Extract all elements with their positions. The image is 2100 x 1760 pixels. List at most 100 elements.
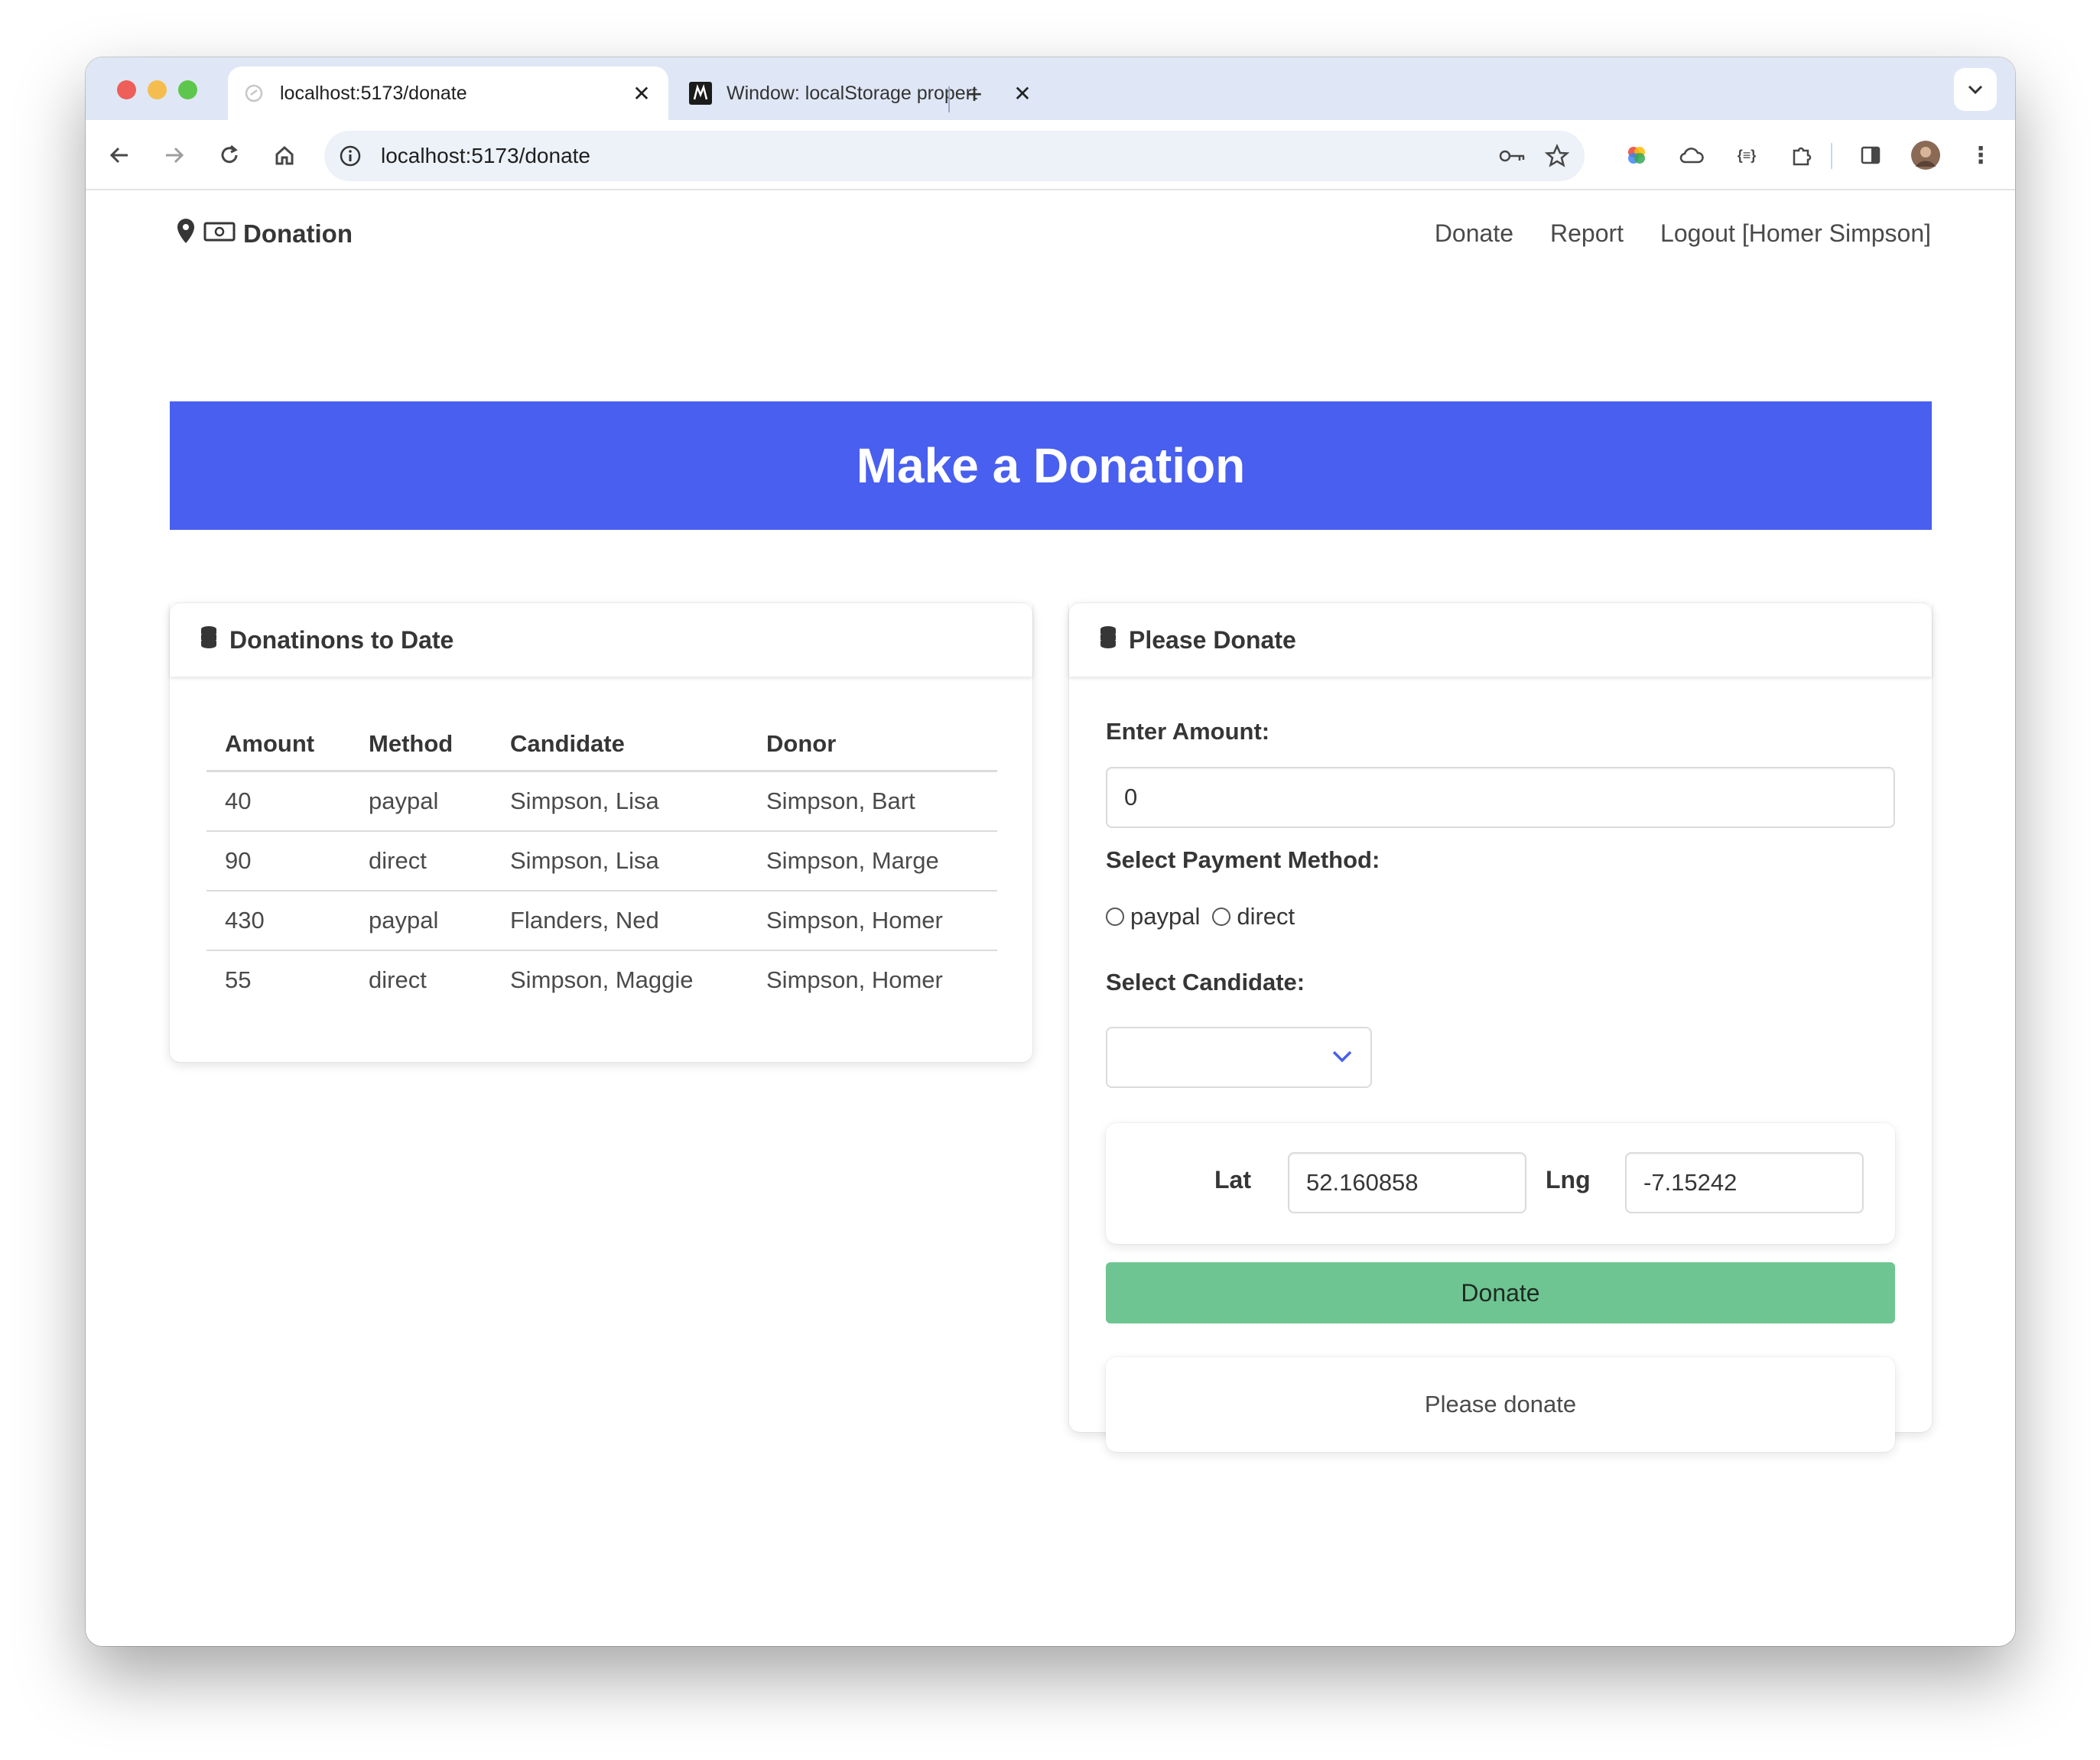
table-cell: 90 (206, 831, 350, 891)
candidate-select[interactable] (1106, 1027, 1372, 1088)
coins-icon (1098, 625, 1121, 655)
nav-link-donate[interactable]: Donate (1435, 219, 1513, 248)
payment-method-direct[interactable]: direct (1212, 903, 1295, 930)
mdn-favicon-icon (688, 81, 713, 106)
lat-input-value: 52.160858 (1306, 1169, 1419, 1196)
page-title: Make a Donation (856, 438, 1246, 493)
minimize-window-button[interactable] (148, 80, 167, 99)
table-cell: Simpson, Lisa (492, 771, 748, 832)
radio-button[interactable] (1212, 908, 1231, 926)
close-tab-icon[interactable]: ✕ (629, 80, 655, 106)
donations-card-title: Donatinons to Date (229, 625, 454, 654)
status-message: Please donate (1424, 1391, 1577, 1417)
candidate-label: Select Candidate: (1106, 969, 1305, 995)
table-cell: 55 (225, 966, 252, 993)
table-cell: direct (369, 966, 427, 993)
radio-label: paypal (1130, 903, 1201, 930)
table-row: 430 paypal Flanders, Ned Simpson, Homer (206, 891, 997, 951)
table-cell: Simpson, Bart (748, 771, 997, 832)
column-header: Candidate (492, 723, 748, 772)
table-cell: direct (350, 831, 492, 891)
table-row: 40 paypal Simpson, Lisa Simpson, Bart (206, 771, 997, 832)
payment-method-paypal[interactable]: paypal (1106, 903, 1200, 930)
table-cell: 430 (206, 891, 350, 951)
browser-menu-icon[interactable]: ⋮ (1964, 138, 1998, 172)
donate-form-card-header: Please Donate (1069, 603, 1932, 677)
payment-method-label: Select Payment Method: (1106, 846, 1380, 873)
site-info-icon[interactable] (336, 142, 364, 170)
hero-banner: Make a Donation (170, 401, 1932, 530)
table-cell: paypal (350, 891, 492, 951)
table-cell: Simpson, Lisa (492, 831, 748, 891)
radio-label: direct (1237, 903, 1295, 930)
color-extension-icon[interactable] (1620, 138, 1653, 172)
table-row: 90 direct Simpson, Lisa Simpson, Marge (206, 831, 997, 891)
nav-link-report[interactable]: Report (1550, 219, 1624, 248)
side-panel-icon[interactable] (1854, 138, 1887, 172)
column-header: Donor (748, 723, 997, 772)
table-header-row: Amount Method Candidate Donor (206, 723, 997, 772)
tab-separator (948, 86, 950, 112)
radio-button[interactable] (1106, 908, 1124, 926)
page-favicon-icon (242, 81, 266, 106)
profile-avatar-icon[interactable] (1909, 138, 1942, 172)
table-cell: Simpson, Homer (766, 966, 943, 993)
password-key-icon[interactable] (1496, 139, 1529, 173)
donate-button[interactable]: Donate (1106, 1262, 1895, 1323)
browser-window: localhost:5173/donate ✕ Window: localSto… (86, 57, 2015, 1646)
donate-form-title: Please Donate (1129, 625, 1296, 654)
nav-link-logout[interactable]: Logout [Homer Simpson] (1660, 219, 1931, 248)
lat-input[interactable]: 52.160858 (1288, 1152, 1526, 1213)
column-header: Amount (206, 723, 350, 772)
payment-method-radio-group: paypal direct (1106, 903, 1307, 930)
forward-icon[interactable] (158, 138, 191, 172)
column-header: Method (350, 723, 492, 772)
tab-localstorage[interactable]: Window: localStorage propert ✕ (675, 67, 1049, 120)
close-tab-icon[interactable]: ✕ (1009, 80, 1035, 106)
address-bar[interactable]: localhost:5173/donate (324, 131, 1585, 181)
new-tab-icon[interactable]: + (959, 78, 990, 109)
reload-icon[interactable] (213, 138, 246, 172)
nav-links: Donate Report Logout [Homer Simpson] (1435, 219, 1931, 248)
lng-input[interactable]: -7.15242 (1625, 1152, 1864, 1213)
brand-title: Donation (243, 219, 353, 248)
donations-card: Donatinons to Date Amount Method Candida… (170, 603, 1032, 1062)
coins-icon (199, 625, 222, 655)
table-cell: Simpson, Homer (748, 891, 997, 951)
maximize-window-button[interactable] (178, 80, 197, 99)
amount-label: Enter Amount: (1106, 718, 1270, 745)
lng-input-value: -7.15242 (1643, 1169, 1738, 1196)
home-icon[interactable] (268, 138, 301, 172)
location-box: Lat 52.160858 Lng -7.15242 (1106, 1123, 1895, 1244)
tab-title: localhost:5173/donate (280, 82, 467, 104)
lng-label: Lng (1546, 1166, 1591, 1193)
donations-card-header: Donatinons to Date (170, 603, 1032, 677)
table-cell: paypal (350, 771, 492, 832)
donate-form-card: Please Donate Enter Amount: 0 Select Pay… (1069, 603, 1932, 1452)
page-content: Donation Donate Report Logout [Homer Sim… (86, 192, 2015, 1646)
back-icon[interactable] (102, 138, 136, 172)
cloud-icon[interactable] (1675, 138, 1708, 172)
money-bill-icon (203, 219, 236, 248)
amount-input-value: 0 (1124, 784, 1138, 810)
tab-search-icon[interactable] (1954, 68, 1997, 111)
table-cell: Simpson, Marge (748, 831, 997, 891)
status-message-box: Please donate (1106, 1357, 1895, 1452)
bookmark-star-icon[interactable] (1540, 139, 1574, 173)
tab-donate[interactable]: localhost:5173/donate ✕ (228, 67, 668, 120)
close-window-button[interactable] (117, 80, 136, 99)
map-pin-icon (176, 218, 196, 250)
navbar: Donation Donate Report Logout [Homer Sim… (86, 192, 2015, 276)
table-cell: 40 (206, 771, 350, 832)
toolbar-separator (1831, 143, 1832, 169)
browser-toolbar: localhost:5173/donate {≡} ⋮ (86, 120, 2015, 190)
donations-table: Amount Method Candidate Donor 40 paypal … (206, 723, 997, 1009)
json-formatter-icon[interactable]: {≡} (1730, 138, 1764, 172)
table-row: 55 direct Simpson, Maggie Simpson, Homer (206, 950, 997, 1009)
tab-strip: localhost:5173/donate ✕ Window: localSto… (86, 57, 2015, 120)
url-text: localhost:5173/donate (381, 144, 590, 167)
brand[interactable]: Donation (176, 218, 353, 250)
amount-input[interactable]: 0 (1106, 767, 1895, 828)
table-cell: Flanders, Ned (492, 891, 748, 951)
extensions-puzzle-icon[interactable] (1785, 138, 1819, 172)
